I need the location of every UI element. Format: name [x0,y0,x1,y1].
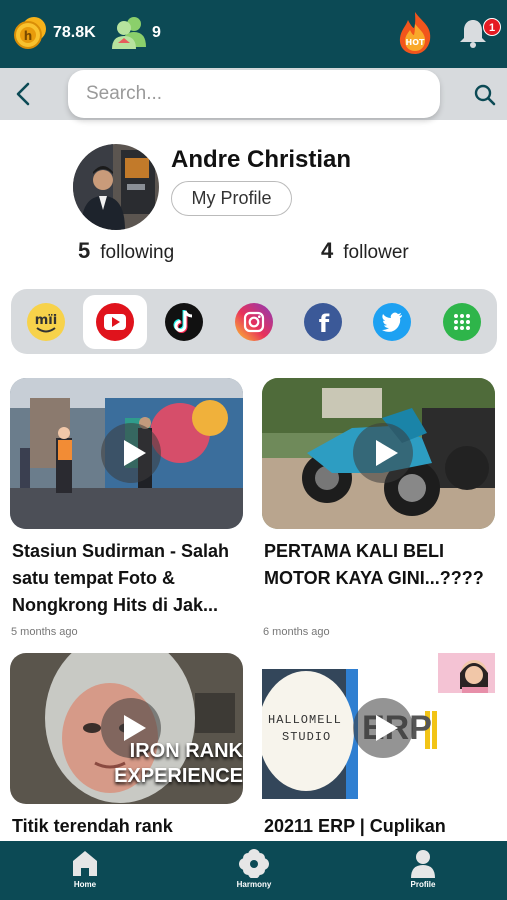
home-icon [73,851,97,876]
svg-text:h: h [24,29,33,43]
mii-icon[interactable]: mïi [26,302,66,342]
back-arrow-icon[interactable] [12,80,36,108]
avatar[interactable] [73,144,159,230]
twitter-icon[interactable] [372,302,412,342]
person-icon [411,850,435,878]
video-thumbnail[interactable]: IRON RANK EXPERIENCE [10,653,243,804]
nav-home[interactable]: Home [55,848,115,892]
play-button-icon[interactable] [353,698,413,758]
video-title[interactable]: 20211 ERP | Cuplikan [264,813,496,840]
svg-text:f: f [319,310,330,338]
notification-badge: 1 [483,18,501,36]
following-count: 5 [78,238,91,263]
follower-label: follower [343,242,409,263]
video-thumbnail[interactable] [10,378,243,529]
video-time: 6 months ago [263,626,330,638]
following-stat[interactable]: 5 following [78,238,174,264]
svg-text:mïi: mïi [35,313,57,328]
following-label: following [100,242,175,263]
instagram-icon[interactable] [234,302,274,342]
my-profile-button[interactable]: My Profile [171,181,292,216]
flower-icon [239,849,269,879]
nav-profile[interactable]: Profile [393,848,453,892]
coin-icon[interactable]: h [12,15,48,51]
nav-label: Home [73,880,97,889]
follower-stat[interactable]: 4 follower [321,238,409,264]
video-title[interactable]: Titik terendah rank [12,813,244,840]
search-box [68,70,440,118]
play-button-icon[interactable] [101,423,161,483]
youtube-icon[interactable] [95,302,135,342]
profile-name: Andre Christian [171,146,352,173]
nav-label: Harmony [236,880,272,889]
video-thumbnail[interactable]: HALLOMELL STUDIO ERP [262,653,495,804]
facebook-icon[interactable]: f [303,302,343,342]
video-title[interactable]: PERTAMA KALI BELI MOTOR KAYA GINI...???? [264,538,496,592]
play-button-icon[interactable] [353,423,413,483]
thumbnail-overlay-text: IRON RANK EXPERIENCE [114,740,243,787]
nav-label: Profile [410,880,436,889]
video-title[interactable]: Stasiun Sudirman - Salah satu tempat Fot… [12,538,244,619]
video-time: 5 months ago [11,626,78,638]
hot-label: HOT [406,38,425,47]
tiktok-icon[interactable] [164,302,204,342]
thumbnail-overlay-text: HALLOMELL [268,713,342,727]
friends-icon[interactable] [110,15,150,51]
video-thumbnail[interactable] [262,378,495,529]
friend-count: 9 [152,24,161,41]
coin-count: 78.8K [53,24,96,41]
hot-flame-icon[interactable]: HOT [396,10,434,56]
nav-harmony[interactable]: Harmony [224,848,284,892]
search-input[interactable] [68,70,440,118]
search-icon[interactable] [472,82,498,108]
thumbnail-overlay-text: STUDIO [282,730,332,744]
more-apps-icon[interactable] [442,302,482,342]
follower-count: 4 [321,238,334,263]
